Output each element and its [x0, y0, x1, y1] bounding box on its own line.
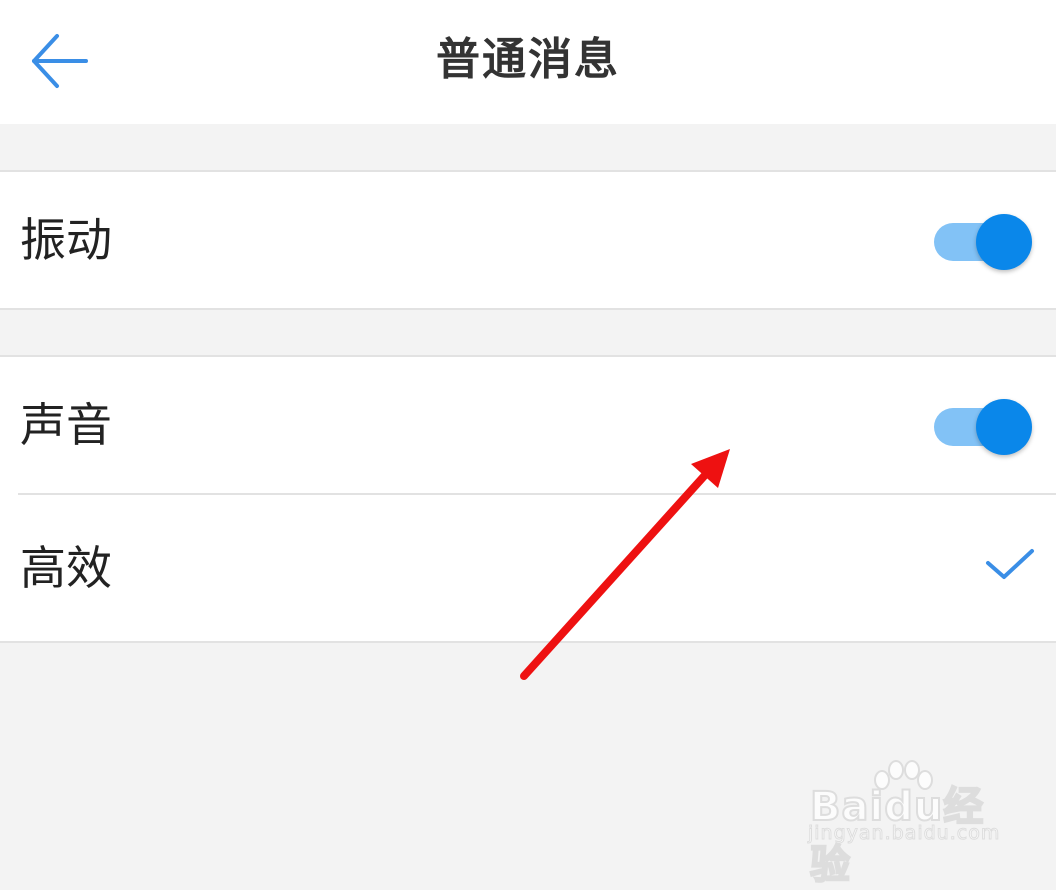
- vibration-group: 振动: [0, 170, 1056, 310]
- vibration-row[interactable]: 振动: [0, 172, 1056, 308]
- toggle-knob: [976, 214, 1032, 270]
- baidu-watermark: Baidu经验 jingyan.baidu.com: [806, 758, 1006, 889]
- checkmark-icon: [986, 549, 1034, 579]
- sound-group: 声音 高效: [0, 355, 1056, 643]
- toggle-knob: [976, 399, 1032, 455]
- efficient-check[interactable]: [984, 545, 1036, 585]
- vibration-toggle[interactable]: [934, 214, 1032, 270]
- efficient-row[interactable]: 高效: [18, 493, 1056, 641]
- sound-toggle[interactable]: [934, 399, 1032, 455]
- watermark-url: jingyan.baidu.com: [807, 822, 1001, 845]
- page-title: 普通消息: [436, 34, 620, 85]
- sound-label: 声音: [20, 398, 112, 452]
- sound-row[interactable]: 声音: [0, 357, 1056, 493]
- vibration-label: 振动: [20, 213, 112, 267]
- top-bar: 普通消息: [0, 0, 1056, 124]
- efficient-label: 高效: [20, 541, 112, 595]
